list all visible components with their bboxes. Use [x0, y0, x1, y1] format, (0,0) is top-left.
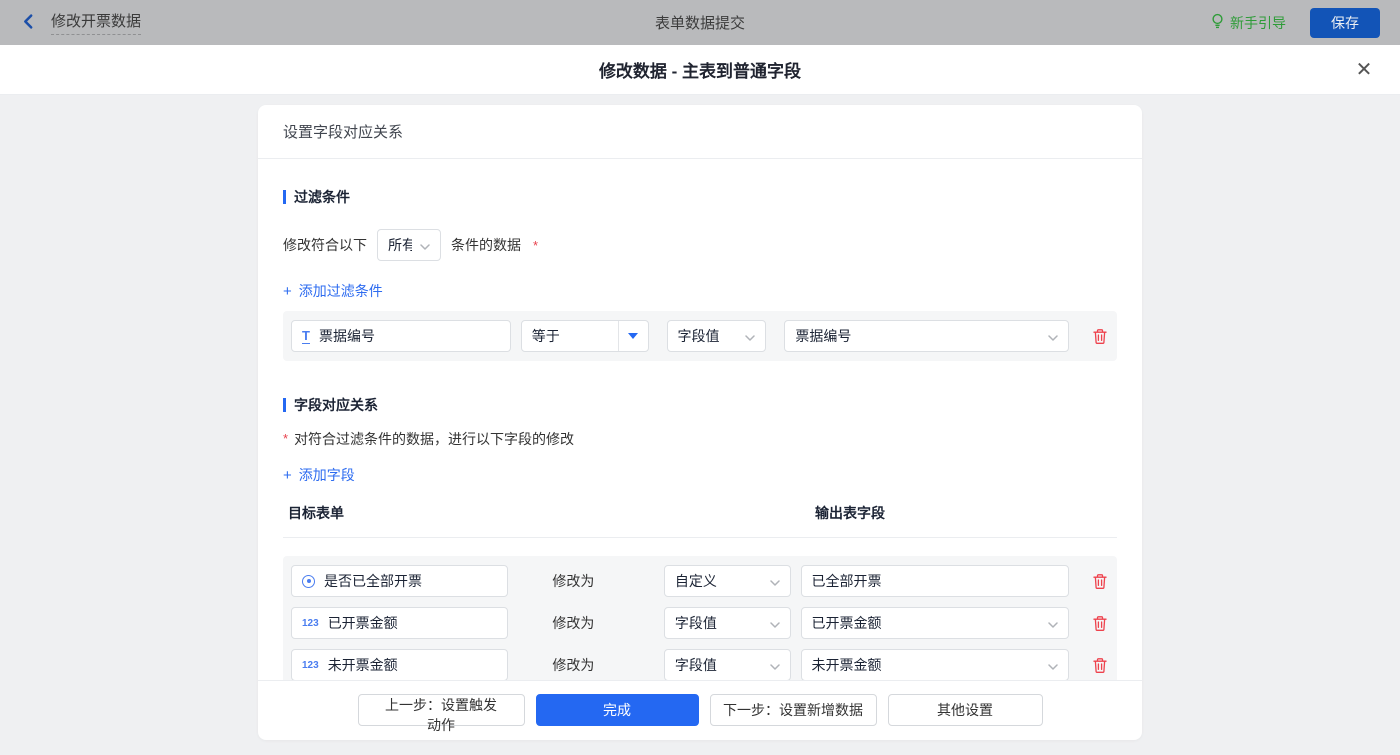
column-output-field: 输出表字段 — [815, 503, 885, 523]
filter-value-type-select[interactable]: 字段值 — [667, 320, 767, 352]
close-icon[interactable]: ✕ — [1350, 56, 1378, 84]
next-step-button[interactable]: 下一步：设置新增数据 — [710, 694, 877, 726]
output-field-select[interactable]: 未开票金额 — [801, 649, 1070, 680]
beginner-guide-link[interactable]: 新手引导 — [1210, 13, 1286, 33]
sentence-suffix: 条件的数据 — [451, 235, 521, 255]
chevron-down-icon — [770, 573, 780, 589]
mapping-row: 是否已全部开票 修改为 自定义 — [291, 565, 1109, 597]
topbar-center-title: 表单数据提交 — [0, 12, 1400, 33]
add-field-link[interactable]: + 添加字段 — [283, 465, 355, 485]
modify-to-label: 修改为 — [508, 571, 664, 591]
modify-mode-select[interactable]: 自定义 — [664, 565, 791, 597]
sentence-prefix: 修改符合以下 — [283, 235, 367, 255]
back-button[interactable] — [20, 13, 37, 33]
chevron-down-icon — [1048, 328, 1058, 344]
operator-caret-zone[interactable] — [618, 321, 648, 351]
filter-section-title: 过滤条件 — [283, 187, 1117, 207]
chevron-down-icon — [1048, 615, 1058, 631]
mapping-rows-container: 是否已全部开票 修改为 自定义 — [283, 556, 1117, 680]
number-field-icon: 123 — [302, 618, 319, 629]
flow-name[interactable]: 修改开票数据 — [51, 10, 141, 35]
plus-icon: + — [283, 468, 292, 483]
filter-sentence: 修改符合以下 所有 条件的数据 * — [283, 229, 1117, 261]
topbar: 表单数据提交 修改开票数据 新手引导 保存 — [0, 0, 1400, 45]
plus-icon: + — [283, 284, 292, 299]
number-field-icon: 123 — [302, 660, 319, 671]
modal-title: 修改数据 - 主表到普通字段 — [599, 57, 801, 82]
target-field[interactable]: 123 未开票金额 — [291, 649, 508, 680]
card-title: 设置字段对应关系 — [258, 105, 1142, 159]
other-settings-button[interactable]: 其他设置 — [888, 694, 1043, 726]
target-field[interactable]: 123 已开票金额 — [291, 607, 508, 639]
filter-field[interactable]: T 票据编号 — [291, 320, 511, 352]
beginner-guide-label: 新手引导 — [1230, 13, 1286, 33]
section-bar — [283, 190, 286, 204]
modify-to-label: 修改为 — [508, 613, 664, 633]
done-button[interactable]: 完成 — [536, 694, 699, 726]
card-footer: 上一步：设置触发动作 完成 下一步：设置新增数据 其他设置 — [258, 680, 1142, 740]
filter-condition-row: T 票据编号 等于 字段值 票据编号 — [283, 311, 1117, 361]
output-field-select[interactable]: 已开票金额 — [801, 607, 1070, 639]
modify-mode-select[interactable]: 字段值 — [664, 607, 791, 639]
prev-step-button[interactable]: 上一步：设置触发动作 — [358, 694, 525, 726]
delete-filter-icon[interactable] — [1091, 327, 1109, 345]
chevron-down-icon — [420, 237, 430, 253]
back-chevron-icon — [20, 13, 37, 33]
custom-value-input[interactable] — [812, 573, 1059, 589]
section-bar — [283, 398, 286, 412]
column-target-form: 目标表单 — [288, 503, 815, 523]
mapping-row: 123 未开票金额 修改为 字段值 未开票金额 — [291, 649, 1109, 680]
mapping-description: * 对符合过滤条件的数据，进行以下字段的修改 — [283, 429, 1117, 449]
divider — [283, 537, 1117, 538]
modify-to-label: 修改为 — [508, 655, 664, 675]
match-mode-select[interactable]: 所有 — [377, 229, 441, 261]
chevron-down-icon — [1048, 657, 1058, 673]
modal-header: 修改数据 - 主表到普通字段 ✕ — [0, 45, 1400, 95]
radio-field-icon — [302, 575, 315, 588]
delete-row-icon[interactable] — [1091, 614, 1109, 632]
mapping-columns-header: 目标表单 输出表字段 — [283, 503, 1117, 523]
text-field-icon: T — [302, 329, 310, 344]
mapping-row: 123 已开票金额 修改为 字段值 已开票金额 — [291, 607, 1109, 639]
modify-mode-select[interactable]: 字段值 — [664, 649, 791, 680]
filter-value-field-select[interactable]: 票据编号 — [784, 320, 1069, 352]
settings-card: 设置字段对应关系 过滤条件 修改符合以下 所有 条件的数据 * + 添加过滤条件… — [258, 105, 1142, 740]
add-filter-condition-link[interactable]: + 添加过滤条件 — [283, 281, 383, 301]
delete-row-icon[interactable] — [1091, 656, 1109, 674]
required-mark: * — [283, 431, 288, 446]
required-mark: * — [533, 238, 538, 253]
chevron-down-icon — [745, 328, 755, 344]
save-button[interactable]: 保存 — [1310, 8, 1380, 38]
delete-row-icon[interactable] — [1091, 572, 1109, 590]
chevron-down-icon — [770, 657, 780, 673]
lightbulb-icon — [1210, 13, 1225, 32]
chevron-down-icon — [770, 615, 780, 631]
triangle-down-icon — [628, 333, 638, 339]
filter-operator-select[interactable]: 等于 — [521, 320, 649, 352]
mapping-section-title: 字段对应关系 — [283, 395, 1117, 415]
custom-value-input-wrap — [801, 565, 1070, 597]
target-field[interactable]: 是否已全部开票 — [291, 565, 508, 597]
